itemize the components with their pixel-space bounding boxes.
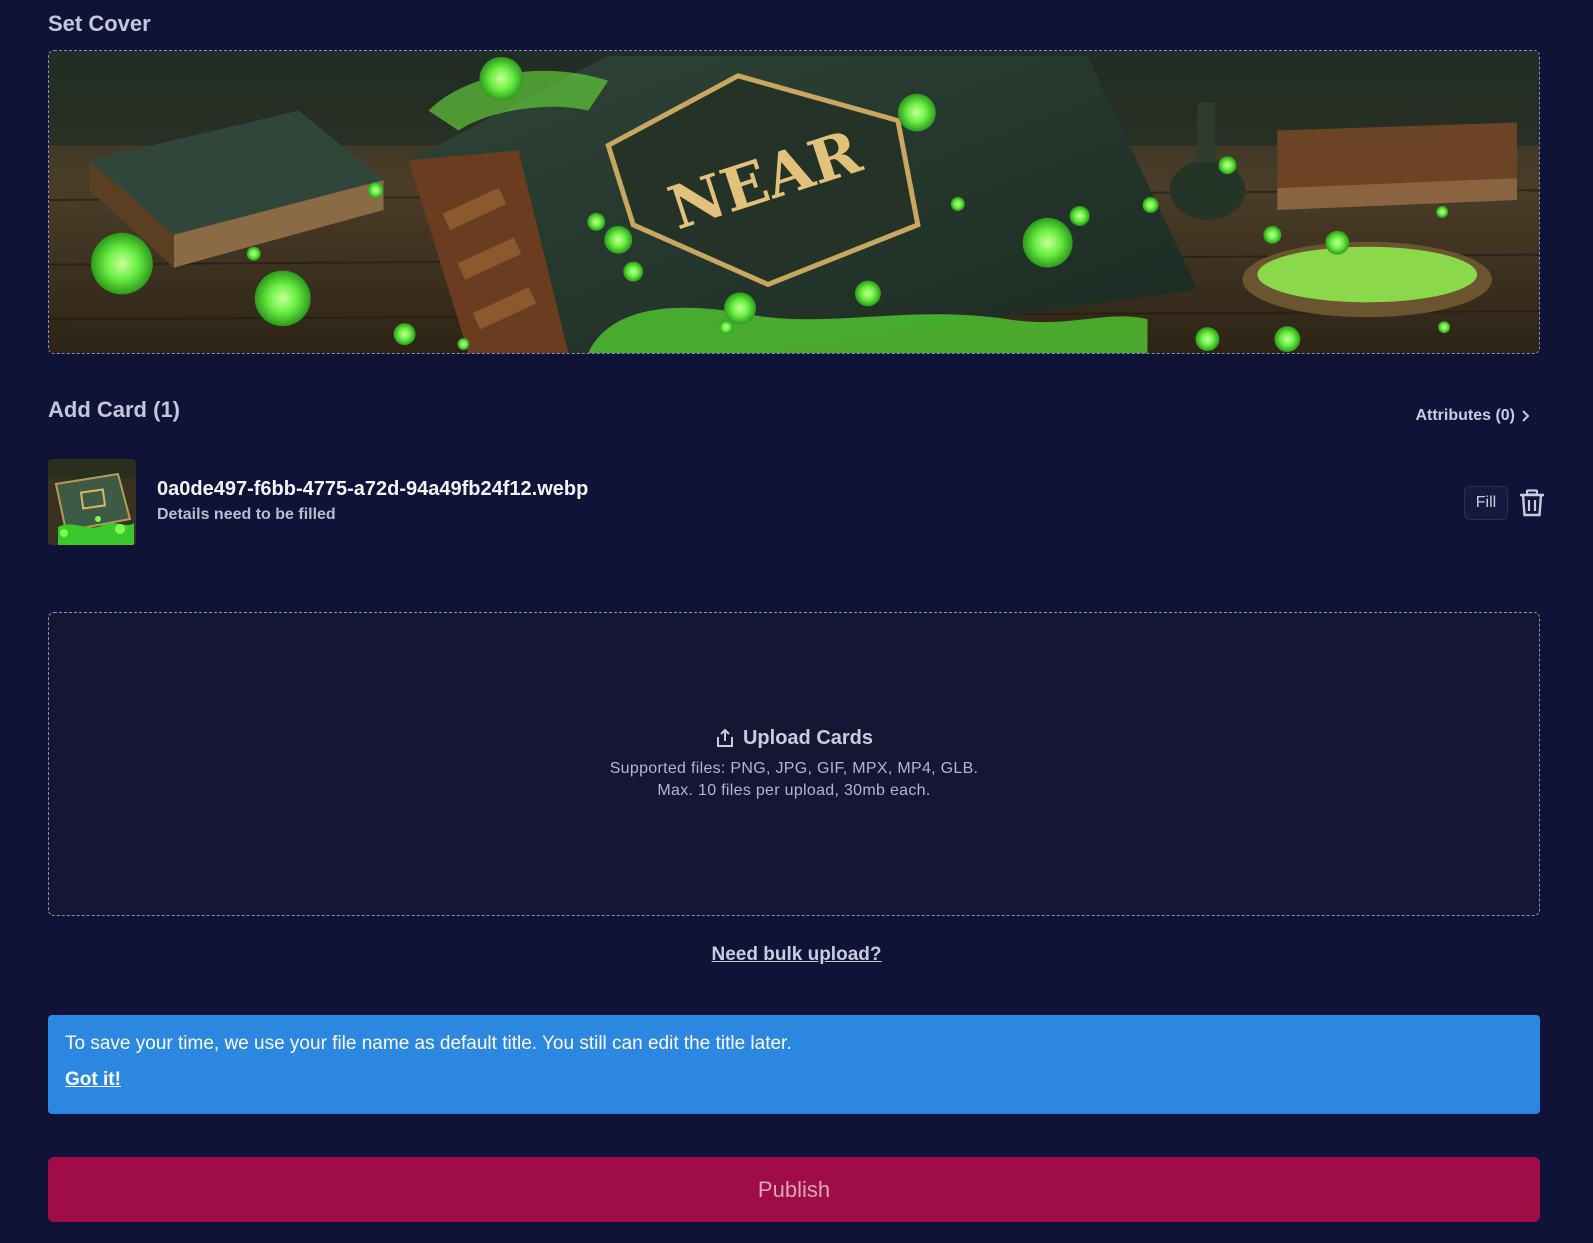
publish-button[interactable]: Publish (48, 1157, 1540, 1222)
upload-heading: Upload Cards (715, 727, 873, 750)
upload-limits: Max. 10 files per upload, 30mb each. (657, 781, 931, 799)
upload-title: Upload Cards (742, 726, 874, 749)
attributes-link[interactable]: Attributes (0) (1415, 407, 1531, 425)
got-it-link[interactable]: Got it! (65, 1069, 121, 1091)
cover-image: NEAR (49, 51, 1539, 353)
card-file-name: 0a0de497-f6bb-4775-a72d-94a49fb24f12.web… (157, 478, 589, 500)
info-banner-text: To save your time, we use your file name… (65, 1033, 792, 1054)
chevron-right-icon (1522, 410, 1530, 422)
bulk-upload-container: Need bulk upload? (0, 944, 1593, 966)
card-status: Details need to be filled (157, 506, 336, 523)
bulk-upload-link[interactable]: Need bulk upload? (712, 944, 882, 965)
set-cover-title: Set Cover (48, 11, 151, 36)
cover-image-dropzone[interactable]: NEAR (48, 50, 1540, 354)
info-banner: To save your time, we use your file name… (48, 1015, 1540, 1114)
upload-icon (716, 728, 733, 747)
trash-icon[interactable] (1519, 489, 1545, 517)
upload-supported-files: Supported files: PNG, JPG, GIF, MPX, MP4… (609, 759, 979, 777)
fill-button[interactable]: Fill (1464, 486, 1508, 520)
upload-cards-dropzone[interactable]: Upload Cards Supported files: PNG, JPG, … (48, 612, 1540, 916)
attributes-label: Attributes (0) (1415, 407, 1515, 424)
add-card-title: Add Card (1) (48, 397, 180, 422)
card-thumbnail (48, 459, 136, 545)
